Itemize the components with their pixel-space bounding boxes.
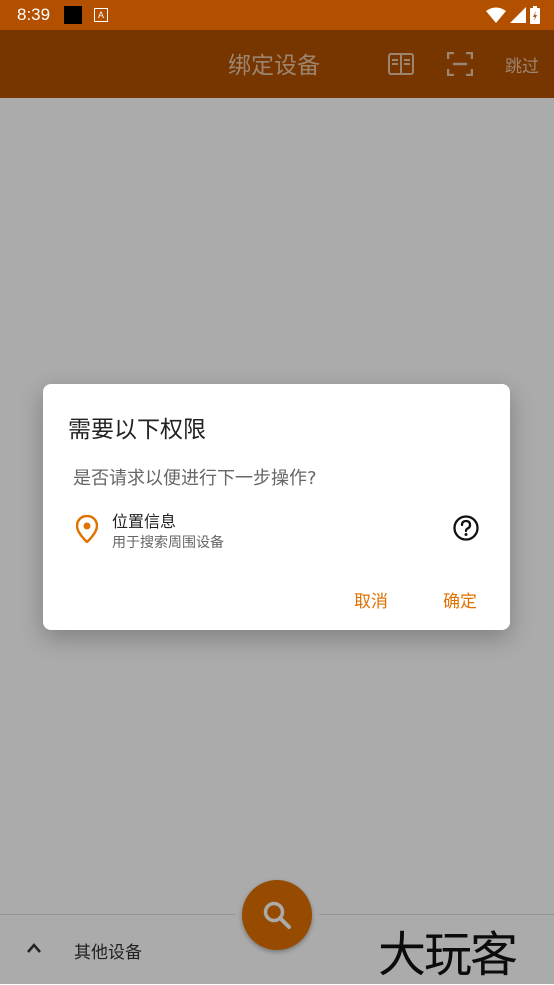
permission-description: 用于搜索周围设备: [112, 535, 224, 551]
permission-name: 位置信息: [112, 512, 177, 531]
signal-icon: [510, 7, 526, 23]
status-icons: [486, 6, 540, 24]
dialog-message: 是否请求以便进行下一步操作?: [73, 468, 317, 489]
help-icon[interactable]: [453, 515, 479, 545]
confirm-button[interactable]: 确定: [443, 587, 477, 612]
status-time: 8:39: [17, 5, 51, 24]
battery-icon: [530, 6, 540, 24]
dialog-title: 需要以下权限: [68, 417, 206, 443]
notification-a-icon: A: [94, 8, 108, 22]
permission-dialog: 需要以下权限 是否请求以便进行下一步操作? 位置信息 用于搜索周围设备 取消 确…: [43, 384, 510, 630]
wifi-icon: [486, 7, 506, 23]
status-bar: 8:39 A: [0, 0, 554, 30]
cancel-button[interactable]: 取消: [354, 587, 388, 612]
notification-square-icon: [64, 6, 82, 24]
location-pin-icon: [75, 514, 99, 547]
